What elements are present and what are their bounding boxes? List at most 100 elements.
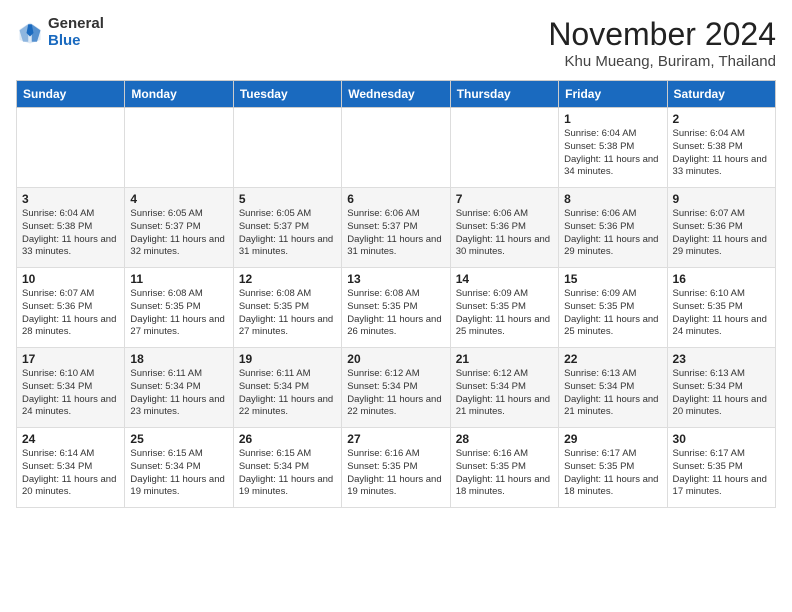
calendar-week-1: 1 Sunrise: 6:04 AMSunset: 5:38 PMDaylight… — [17, 108, 776, 188]
calendar-cell: 10Sunrise: 6:07 AMSunset: 5:36 PMDayligh… — [17, 268, 125, 348]
calendar-cell: 28Sunrise: 6:16 AMSunset: 5:35 PMDayligh… — [450, 428, 558, 508]
day-info: Sunrise: 6:09 AMSunset: 5:35 PMDaylight:… — [456, 288, 553, 339]
day-info: Sunrise: 6:12 AMSunset: 5:34 PMDaylight:… — [456, 368, 553, 419]
calendar-cell: 9 Sunrise: 6:07 AMSunset: 5:36 PMDaylight… — [667, 188, 775, 268]
header-row: SundayMondayTuesdayWednesdayThursdayFrid… — [17, 81, 776, 108]
location-subtitle: Khu Mueang, Buriram, Thailand — [548, 53, 776, 70]
day-info: Sunrise: 6:07 AMSunset: 5:36 PMDaylight:… — [22, 288, 119, 339]
day-number: 8 — [564, 192, 661, 206]
calendar-cell — [17, 108, 125, 188]
day-info: Sunrise: 6:15 AMSunset: 5:34 PMDaylight:… — [130, 448, 227, 499]
day-number: 21 — [456, 352, 553, 366]
calendar-cell: 25Sunrise: 6:15 AMSunset: 5:34 PMDayligh… — [125, 428, 233, 508]
calendar-cell: 26 Sunrise: 6:15 AMSunset: 5:34 PMDayligh… — [233, 428, 341, 508]
day-number: 5 — [239, 192, 336, 206]
calendar-cell: 24 Sunrise: 6:14 AMSunset: 5:34 PMDayligh… — [17, 428, 125, 508]
day-number: 19 — [239, 352, 336, 366]
calendar-cell — [342, 108, 450, 188]
day-number: 29 — [564, 432, 661, 446]
calendar-cell — [233, 108, 341, 188]
day-info: Sunrise: 6:08 AMSunset: 5:35 PMDaylight:… — [347, 288, 444, 339]
logo-blue-text: Blue — [48, 33, 104, 50]
calendar-cell — [450, 108, 558, 188]
calendar-body: 1 Sunrise: 6:04 AMSunset: 5:38 PMDaylight… — [17, 108, 776, 508]
calendar-cell: 19Sunrise: 6:11 AMSunset: 5:34 PMDayligh… — [233, 348, 341, 428]
header-day-friday: Friday — [559, 81, 667, 108]
day-number: 12 — [239, 272, 336, 286]
header-day-monday: Monday — [125, 81, 233, 108]
day-number: 1 — [564, 112, 661, 126]
day-number: 30 — [673, 432, 770, 446]
calendar-cell: 2Sunrise: 6:04 AMSunset: 5:38 PMDaylight… — [667, 108, 775, 188]
header-day-wednesday: Wednesday — [342, 81, 450, 108]
day-info: Sunrise: 6:08 AMSunset: 5:35 PMDaylight:… — [130, 288, 227, 339]
day-number: 23 — [673, 352, 770, 366]
day-number: 9 — [673, 192, 770, 206]
day-info: Sunrise: 6:13 AMSunset: 5:34 PMDaylight:… — [673, 368, 770, 419]
calendar-cell: 16Sunrise: 6:10 AMSunset: 5:35 PMDayligh… — [667, 268, 775, 348]
title-block: November 2024 Khu Mueang, Buriram, Thail… — [548, 16, 776, 70]
calendar-cell: 5 Sunrise: 6:05 AMSunset: 5:37 PMDaylight… — [233, 188, 341, 268]
calendar-cell: 11 Sunrise: 6:08 AMSunset: 5:35 PMDayligh… — [125, 268, 233, 348]
calendar-cell — [125, 108, 233, 188]
day-number: 7 — [456, 192, 553, 206]
day-info: Sunrise: 6:05 AMSunset: 5:37 PMDaylight:… — [239, 208, 336, 259]
calendar-cell: 7 Sunrise: 6:06 AMSunset: 5:36 PMDaylight… — [450, 188, 558, 268]
calendar-week-4: 17 Sunrise: 6:10 AMSunset: 5:34 PMDayligh… — [17, 348, 776, 428]
calendar-cell: 1 Sunrise: 6:04 AMSunset: 5:38 PMDaylight… — [559, 108, 667, 188]
calendar-cell: 21 Sunrise: 6:12 AMSunset: 5:34 PMDayligh… — [450, 348, 558, 428]
day-number: 17 — [22, 352, 119, 366]
day-number: 11 — [130, 272, 227, 286]
day-number: 28 — [456, 432, 553, 446]
day-info: Sunrise: 6:14 AMSunset: 5:34 PMDaylight:… — [22, 448, 119, 499]
calendar-cell: 30 Sunrise: 6:17 AMSunset: 5:35 PMDayligh… — [667, 428, 775, 508]
day-info: Sunrise: 6:06 AMSunset: 5:37 PMDaylight:… — [347, 208, 444, 259]
logo-general-text: General — [48, 16, 104, 33]
header-day-tuesday: Tuesday — [233, 81, 341, 108]
calendar-table: SundayMondayTuesdayWednesdayThursdayFrid… — [16, 80, 776, 508]
calendar-cell: 12 Sunrise: 6:08 AMSunset: 5:35 PMDayligh… — [233, 268, 341, 348]
day-number: 22 — [564, 352, 661, 366]
day-info: Sunrise: 6:11 AMSunset: 5:34 PMDaylight:… — [130, 368, 227, 419]
day-info: Sunrise: 6:04 AMSunset: 5:38 PMDaylight:… — [22, 208, 119, 259]
calendar-header: SundayMondayTuesdayWednesdayThursdayFrid… — [17, 81, 776, 108]
calendar-cell: 23 Sunrise: 6:13 AMSunset: 5:34 PMDayligh… — [667, 348, 775, 428]
day-info: Sunrise: 6:07 AMSunset: 5:36 PMDaylight:… — [673, 208, 770, 259]
day-info: Sunrise: 6:13 AMSunset: 5:34 PMDaylight:… — [564, 368, 661, 419]
day-number: 14 — [456, 272, 553, 286]
month-title: November 2024 — [548, 16, 776, 53]
header-day-saturday: Saturday — [667, 81, 775, 108]
calendar-cell: 6Sunrise: 6:06 AMSunset: 5:37 PMDaylight… — [342, 188, 450, 268]
calendar-cell: 14 Sunrise: 6:09 AMSunset: 5:35 PMDayligh… — [450, 268, 558, 348]
day-number: 13 — [347, 272, 444, 286]
day-info: Sunrise: 6:15 AMSunset: 5:34 PMDaylight:… — [239, 448, 336, 499]
day-info: Sunrise: 6:04 AMSunset: 5:38 PMDaylight:… — [564, 128, 661, 179]
calendar-cell: 17 Sunrise: 6:10 AMSunset: 5:34 PMDayligh… — [17, 348, 125, 428]
calendar-cell: 29 Sunrise: 6:17 AMSunset: 5:35 PMDayligh… — [559, 428, 667, 508]
logo-icon — [16, 19, 44, 47]
calendar-cell: 18 Sunrise: 6:11 AMSunset: 5:34 PMDayligh… — [125, 348, 233, 428]
day-info: Sunrise: 6:04 AMSunset: 5:38 PMDaylight:… — [673, 128, 770, 179]
day-info: Sunrise: 6:06 AMSunset: 5:36 PMDaylight:… — [564, 208, 661, 259]
day-info: Sunrise: 6:08 AMSunset: 5:35 PMDaylight:… — [239, 288, 336, 339]
calendar-week-3: 10Sunrise: 6:07 AMSunset: 5:36 PMDayligh… — [17, 268, 776, 348]
day-info: Sunrise: 6:10 AMSunset: 5:34 PMDaylight:… — [22, 368, 119, 419]
calendar-cell: 8 Sunrise: 6:06 AMSunset: 5:36 PMDaylight… — [559, 188, 667, 268]
day-info: Sunrise: 6:17 AMSunset: 5:35 PMDaylight:… — [564, 448, 661, 499]
day-info: Sunrise: 6:16 AMSunset: 5:35 PMDaylight:… — [347, 448, 444, 499]
day-number: 26 — [239, 432, 336, 446]
day-info: Sunrise: 6:05 AMSunset: 5:37 PMDaylight:… — [130, 208, 227, 259]
day-number: 20 — [347, 352, 444, 366]
calendar-cell: 15Sunrise: 6:09 AMSunset: 5:35 PMDayligh… — [559, 268, 667, 348]
day-info: Sunrise: 6:12 AMSunset: 5:34 PMDaylight:… — [347, 368, 444, 419]
day-number: 3 — [22, 192, 119, 206]
day-number: 24 — [22, 432, 119, 446]
day-number: 18 — [130, 352, 227, 366]
calendar-cell: 20 Sunrise: 6:12 AMSunset: 5:34 PMDayligh… — [342, 348, 450, 428]
logo: General Blue — [16, 16, 104, 49]
day-info: Sunrise: 6:17 AMSunset: 5:35 PMDaylight:… — [673, 448, 770, 499]
day-info: Sunrise: 6:06 AMSunset: 5:36 PMDaylight:… — [456, 208, 553, 259]
calendar-cell: 27Sunrise: 6:16 AMSunset: 5:35 PMDayligh… — [342, 428, 450, 508]
header-day-thursday: Thursday — [450, 81, 558, 108]
calendar-week-5: 24 Sunrise: 6:14 AMSunset: 5:34 PMDayligh… — [17, 428, 776, 508]
